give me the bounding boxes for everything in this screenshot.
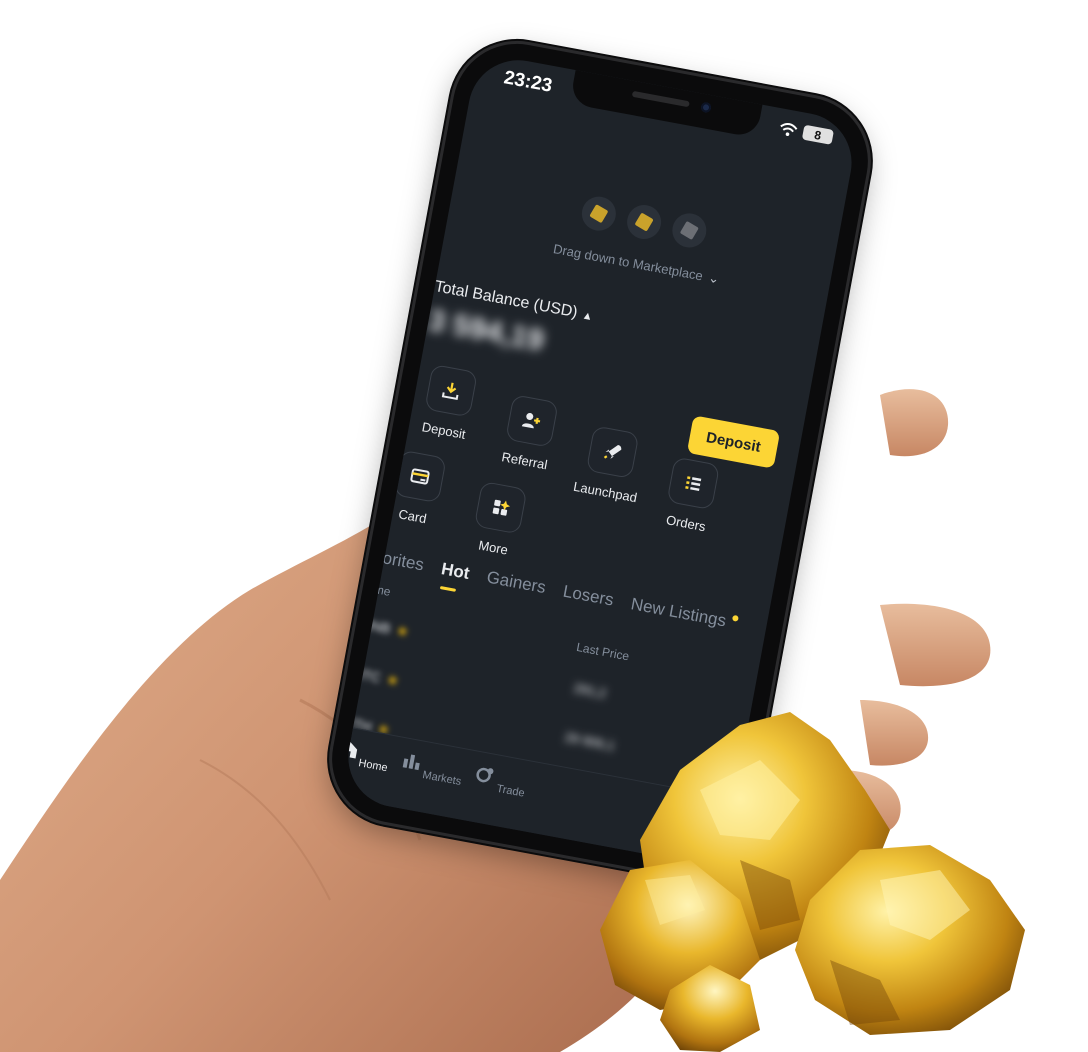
double-chevron-down-icon: ⌄ bbox=[707, 269, 721, 287]
tab-gainers[interactable]: Gainers bbox=[485, 568, 547, 599]
tab-new-listings[interactable]: New Listings bbox=[629, 594, 727, 631]
rocket-icon bbox=[585, 425, 640, 479]
bar-chart-icon bbox=[402, 754, 420, 771]
tab-losers[interactable]: Losers bbox=[561, 582, 616, 611]
nav-markets[interactable]: Markets bbox=[395, 749, 469, 788]
chevron-up-icon: ▲ bbox=[580, 309, 594, 324]
star-icon: ★ bbox=[394, 621, 411, 640]
quick-action-label: Orders bbox=[665, 512, 707, 535]
grid-icon bbox=[473, 480, 528, 535]
status-icons: 8 bbox=[778, 120, 835, 145]
nav-trade[interactable]: Trade bbox=[464, 762, 538, 801]
nav-label: Markets bbox=[421, 769, 463, 788]
market-row[interactable]: BTC ★ bbox=[351, 665, 401, 690]
quick-action-orders[interactable]: Orders bbox=[640, 453, 741, 539]
scene: 23:23 8 Drag down to Marketplace ⌄ Total… bbox=[0, 0, 1088, 1052]
wifi-icon bbox=[780, 122, 798, 136]
home-icon bbox=[340, 741, 357, 759]
card-icon bbox=[393, 449, 447, 504]
quick-action-label: Referral bbox=[500, 449, 549, 473]
status-time: 23:23 bbox=[502, 67, 554, 97]
trade-icon bbox=[476, 767, 494, 783]
price-cell: 29 906,1 bbox=[563, 729, 617, 754]
nav-home[interactable]: Home bbox=[340, 737, 400, 776]
quick-action-label: Card bbox=[397, 506, 428, 527]
market-tabs: Favorites Hot Gainers Losers New Listing… bbox=[353, 543, 740, 634]
marketplace-icon bbox=[579, 193, 619, 234]
drag-hint-text: Drag down to Marketplace bbox=[552, 241, 705, 284]
column-header-name[interactable]: Name bbox=[358, 579, 392, 599]
column-header-last-price[interactable]: Last Price bbox=[575, 640, 630, 663]
tab-hot[interactable]: Hot bbox=[440, 559, 471, 584]
list-icon bbox=[666, 456, 721, 511]
quick-action-label: Deposit bbox=[420, 419, 467, 442]
marketplace-icon bbox=[669, 210, 710, 251]
nav-label: Home bbox=[357, 757, 389, 775]
quick-action-more[interactable]: More bbox=[448, 477, 549, 563]
quick-action-label: More bbox=[477, 537, 510, 558]
price-cell: 291,2 bbox=[572, 680, 608, 701]
nav-label: Trade bbox=[495, 782, 526, 800]
new-badge-dot bbox=[732, 614, 740, 622]
add-user-icon bbox=[505, 394, 559, 448]
battery-icon: 8 bbox=[801, 124, 835, 145]
market-row[interactable]: BNB ★ bbox=[361, 616, 411, 641]
star-icon: ★ bbox=[385, 670, 401, 689]
earpiece bbox=[631, 90, 690, 108]
quick-action-label: Launchpad bbox=[572, 478, 639, 506]
marketplace-icon bbox=[624, 202, 664, 242]
front-camera bbox=[700, 101, 712, 114]
download-icon bbox=[424, 363, 478, 418]
